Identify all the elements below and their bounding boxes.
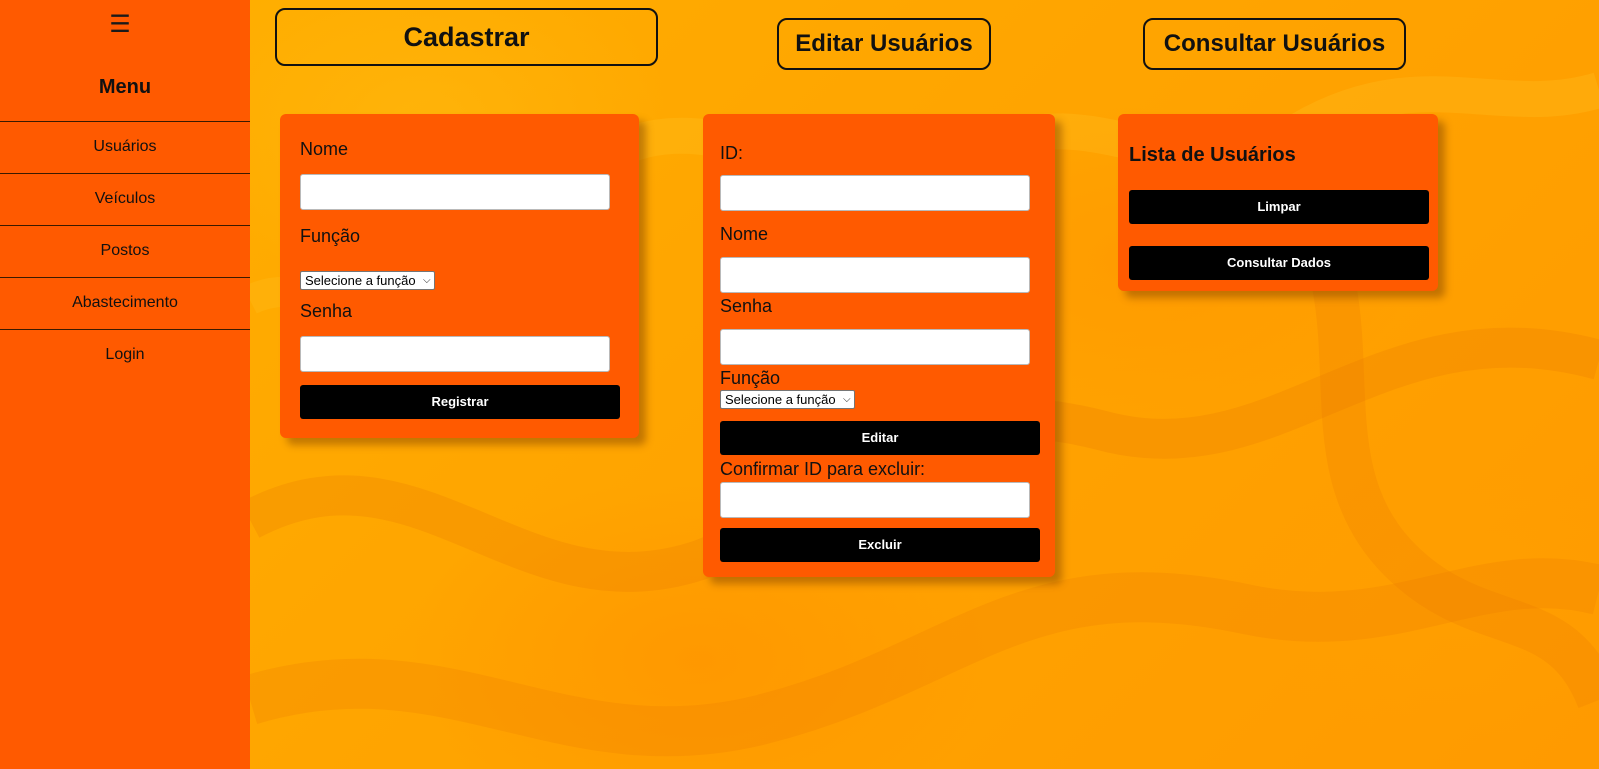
sidebar-item-login[interactable]: Login — [0, 329, 250, 381]
editar-nome-input[interactable] — [720, 257, 1030, 293]
menu-title: Menu — [98, 76, 152, 98]
sidebar: ☰ Menu Usuários Veículos Postos Abasteci… — [0, 0, 250, 769]
sidebar-item-postos[interactable]: Postos — [0, 225, 250, 277]
confirmar-id-input[interactable] — [720, 482, 1030, 518]
nome-label: Nome — [720, 224, 769, 244]
chevron-down-icon: ⌵ — [843, 394, 851, 405]
cadastrar-panel: Nome Função Selecione a função ⌵ Senha R… — [280, 114, 639, 438]
hamburger-menu-icon[interactable]: ☰ — [0, 10, 240, 38]
editar-id-input[interactable] — [720, 175, 1030, 211]
editar-funcao-select[interactable]: Selecione a função ⌵ — [720, 390, 855, 409]
sidebar-menu-list: Usuários Veículos Postos Abastecimento L… — [0, 121, 250, 381]
cadastrar-senha-input[interactable] — [300, 336, 610, 372]
cadastrar-funcao-select[interactable]: Selecione a função ⌵ — [300, 271, 435, 290]
lista-usuarios-title: Lista de Usuários — [1129, 144, 1296, 166]
excluir-button[interactable]: Excluir — [720, 528, 1040, 562]
funcao-label: Função — [720, 368, 781, 388]
sidebar-item-veiculos[interactable]: Veículos — [0, 173, 250, 225]
funcao-select-value: Selecione a função — [305, 273, 416, 288]
nome-label: Nome — [300, 139, 349, 159]
cadastrar-nome-input[interactable] — [300, 174, 610, 210]
consultar-dados-button[interactable]: Consultar Dados — [1129, 246, 1429, 280]
editar-button[interactable]: Editar — [720, 421, 1040, 455]
confirmar-id-label: Confirmar ID para excluir: — [720, 459, 926, 479]
id-label: ID: — [720, 143, 744, 163]
consultar-usuarios-tab-button[interactable]: Consultar Usuários — [1143, 18, 1406, 70]
funcao-select-value: Selecione a função — [725, 392, 836, 407]
editar-usuarios-tab-button[interactable]: Editar Usuários — [777, 18, 991, 70]
registrar-button[interactable]: Registrar — [300, 385, 620, 419]
sidebar-item-usuarios[interactable]: Usuários — [0, 121, 250, 173]
cadastrar-tab-button[interactable]: Cadastrar — [275, 8, 658, 66]
sidebar-item-abastecimento[interactable]: Abastecimento — [0, 277, 250, 329]
senha-label: Senha — [300, 301, 353, 321]
funcao-label: Função — [300, 226, 361, 246]
editar-senha-input[interactable] — [720, 329, 1030, 365]
editar-panel: ID: Nome Senha Função Selecione a função… — [703, 114, 1055, 577]
consultar-panel: Lista de Usuários Limpar Consultar Dados — [1118, 114, 1438, 291]
senha-label: Senha — [720, 296, 773, 316]
limpar-button[interactable]: Limpar — [1129, 190, 1429, 224]
chevron-down-icon: ⌵ — [423, 275, 431, 286]
